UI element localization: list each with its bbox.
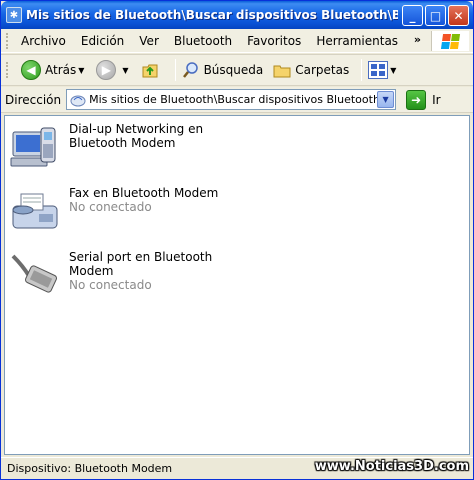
- menu-edicion[interactable]: Edición: [81, 34, 124, 48]
- device-status: No conectado: [69, 200, 152, 214]
- address-label: Dirección: [5, 92, 62, 107]
- menu-overflow-chevron[interactable]: »: [414, 33, 421, 46]
- address-dropdown-icon[interactable]: ▼: [377, 91, 395, 108]
- close-button[interactable]: ✕: [448, 5, 469, 26]
- window-title: Mis sitios de Bluetooth\Buscar dispositi…: [26, 8, 398, 22]
- back-label: Atrás: [45, 63, 77, 77]
- toolbar-grip[interactable]: [6, 62, 9, 78]
- back-dropdown-icon[interactable]: ▼: [78, 66, 84, 75]
- device-status: No conectado: [69, 278, 152, 292]
- go-label: Ir: [432, 92, 441, 107]
- views-button[interactable]: ▼: [368, 61, 402, 79]
- status-text: Dispositivo: Bluetooth Modem: [7, 462, 173, 475]
- back-button[interactable]: ◀ Atrás ▼: [21, 60, 90, 80]
- title-bar[interactable]: ✱ Mis sitios de Bluetooth\Buscar disposi…: [1, 1, 473, 29]
- list-item[interactable]: Serial port en Bluetooth Modem No conect…: [9, 250, 259, 304]
- forward-dropdown-icon[interactable]: ▼: [122, 66, 128, 75]
- forward-button[interactable]: ▶ ▼: [96, 60, 134, 80]
- windows-logo-icon: [431, 31, 469, 51]
- folders-button[interactable]: Carpetas: [273, 61, 349, 79]
- address-bar: Dirección Mis sitios de Bluetooth\Buscar…: [1, 87, 473, 113]
- menu-herramientas[interactable]: Herramientas: [316, 34, 398, 48]
- search-label: Búsqueda: [203, 63, 264, 77]
- minimize-button[interactable]: _: [402, 5, 423, 26]
- fax-icon: [12, 193, 58, 229]
- folders-icon: [273, 65, 291, 78]
- address-value: Mis sitios de Bluetooth\Buscar dispositi…: [89, 93, 378, 106]
- menu-bluetooth[interactable]: Bluetooth: [174, 34, 232, 48]
- views-icon: [368, 61, 389, 79]
- menu-bar: Archivo Edición Ver Bluetooth Favoritos …: [1, 29, 473, 53]
- bluetooth-folder-icon: ✱: [6, 7, 22, 23]
- search-icon: [182, 62, 198, 78]
- toolbar-separator: [361, 59, 363, 81]
- device-name: Fax en Bluetooth Modem: [69, 186, 219, 200]
- device-name: Dial-up Networking en Bluetooth Modem: [69, 122, 204, 150]
- list-item[interactable]: Fax en Bluetooth Modem No conectado: [9, 186, 259, 240]
- dialup-phone-icon: [10, 127, 56, 167]
- back-arrow-icon: ◀: [21, 60, 41, 80]
- device-list[interactable]: Dial-up Networking en Bluetooth Modem Fa…: [4, 115, 470, 455]
- menu-ver[interactable]: Ver: [139, 34, 159, 48]
- folders-label: Carpetas: [295, 63, 350, 77]
- views-dropdown-icon[interactable]: ▼: [390, 66, 396, 75]
- device-name: Serial port en Bluetooth Modem: [69, 250, 213, 278]
- watermark: www.Noticias3D.com: [314, 459, 469, 474]
- menu-favoritos[interactable]: Favoritos: [247, 34, 301, 48]
- window-controls: _ □ ✕: [402, 5, 469, 26]
- serial-cable-icon: [11, 254, 58, 293]
- forward-arrow-icon: ▶: [96, 60, 117, 80]
- go-button[interactable]: ➜ Ir: [406, 89, 441, 110]
- menu-archivo[interactable]: Archivo: [21, 34, 66, 48]
- search-button[interactable]: Búsqueda: [182, 61, 264, 79]
- address-input[interactable]: Mis sitios de Bluetooth\Buscar dispositi…: [66, 89, 397, 110]
- folder-up-icon: [142, 64, 158, 78]
- toolbar-grip[interactable]: [6, 32, 9, 49]
- maximize-button[interactable]: □: [425, 5, 446, 26]
- standard-toolbar: ◀ Atrás ▼ ▶ ▼ Búsqueda Carpetas ▼: [1, 54, 473, 86]
- explorer-window: ✱ Mis sitios de Bluetooth\Buscar disposi…: [0, 0, 474, 480]
- toolbar-separator: [174, 59, 176, 81]
- list-item[interactable]: Dial-up Networking en Bluetooth Modem: [9, 122, 259, 176]
- up-button[interactable]: [141, 61, 163, 79]
- bluetooth-places-icon: [70, 95, 86, 106]
- go-arrow-icon: ➜: [406, 89, 427, 110]
